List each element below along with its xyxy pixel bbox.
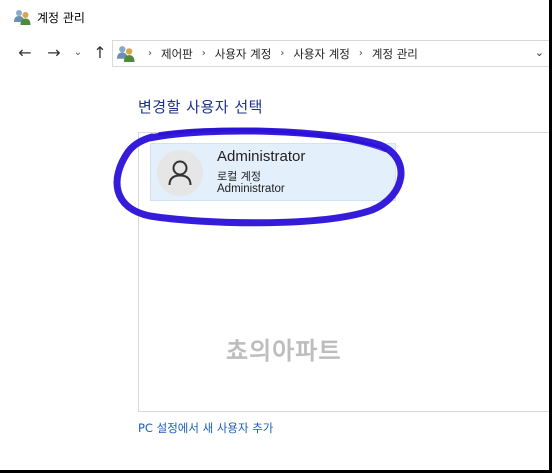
- breadcrumb-user-accounts[interactable]: 사용자 계정: [215, 46, 272, 62]
- navigation-bar: ← → ⌄ ↑ › 제어판 › 사용자 계정 › 사용자 계정 › 계정 관리 …: [0, 38, 549, 68]
- account-management-window: 계정 관리 ← → ⌄ ↑ › 제어판 › 사용자 계정 › 사용자 계정 › …: [0, 0, 552, 473]
- title-bar: 계정 관리: [0, 0, 549, 34]
- window-title: 계정 관리: [37, 11, 85, 25]
- add-new-user-link[interactable]: PC 설정에서 새 사용자 추가: [138, 420, 273, 436]
- arrow-up-icon[interactable]: ↑: [90, 42, 110, 64]
- breadcrumb-separator-icon[interactable]: ›: [148, 48, 152, 59]
- page-title: 변경할 사용자 선택: [138, 98, 263, 116]
- account-type: 로컬 계정: [217, 170, 261, 183]
- account-item-administrator[interactable]: Administrator 로컬 계정 Administrator: [150, 143, 396, 201]
- watermark-text: 쵸의아파트: [226, 337, 342, 365]
- breadcrumb: › 제어판 › 사용자 계정 › 사용자 계정 › 계정 관리: [139, 41, 418, 66]
- breadcrumb-separator-icon[interactable]: ›: [280, 48, 284, 59]
- address-bar[interactable]: › 제어판 › 사용자 계정 › 사용자 계정 › 계정 관리 ⌄: [112, 40, 549, 67]
- chevron-down-icon[interactable]: ⌄: [71, 42, 85, 64]
- user-accounts-icon: [14, 9, 31, 25]
- account-name: Administrator: [217, 148, 306, 165]
- account-list: Administrator 로컬 계정 Administrator: [138, 132, 549, 412]
- arrow-right-icon[interactable]: →: [44, 42, 64, 64]
- address-dropdown-icon[interactable]: ⌄: [535, 46, 544, 59]
- user-avatar-icon: [157, 150, 203, 196]
- arrow-left-icon[interactable]: ←: [15, 42, 35, 64]
- breadcrumb-manage-accounts[interactable]: 계정 관리: [372, 46, 418, 62]
- breadcrumb-separator-icon[interactable]: ›: [359, 48, 363, 59]
- breadcrumb-control-panel[interactable]: 제어판: [161, 46, 193, 62]
- user-accounts-icon: [117, 45, 135, 62]
- breadcrumb-user-accounts-2[interactable]: 사용자 계정: [293, 46, 350, 62]
- breadcrumb-separator-icon[interactable]: ›: [202, 48, 206, 59]
- account-group: Administrator: [217, 183, 285, 195]
